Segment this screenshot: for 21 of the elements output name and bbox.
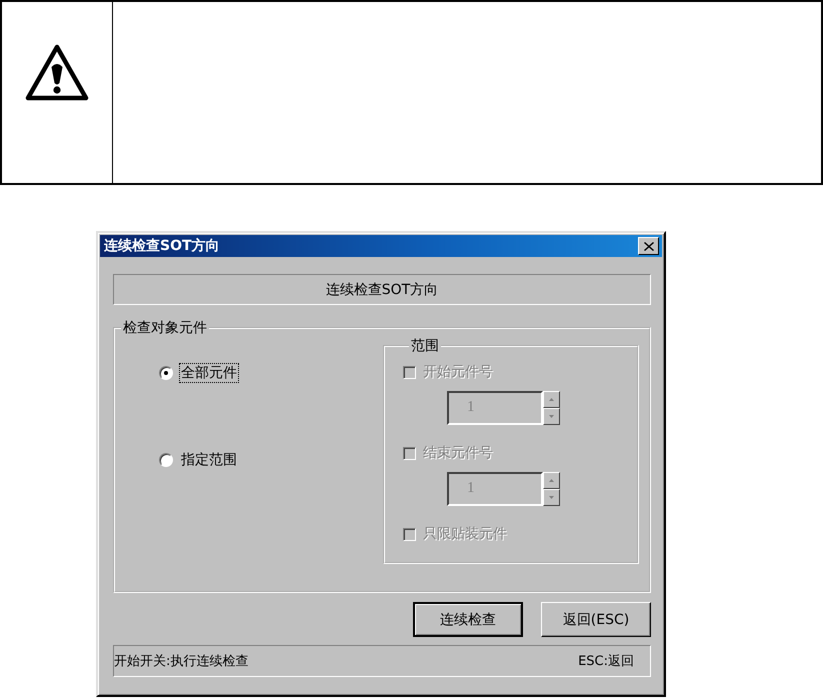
down-arrow-icon (549, 415, 554, 418)
up-arrow-icon (549, 479, 554, 482)
spin-down-button[interactable] (543, 408, 560, 425)
dialog-button[interactable]: 连续检查 (413, 602, 523, 637)
radio-option[interactable]: 指定范围 (159, 450, 383, 470)
radio-option[interactable]: 全部元件 (159, 363, 383, 383)
warning-icon (25, 44, 89, 102)
close-button[interactable] (638, 237, 659, 255)
down-arrow-icon (549, 496, 554, 499)
group-title: 范围 (410, 337, 440, 355)
window-title: 连续检查SOT方向 (104, 237, 220, 255)
up-arrow-icon (549, 398, 554, 401)
spin-up-button[interactable] (543, 391, 560, 408)
spin-up-button[interactable] (543, 472, 560, 489)
dialog-button[interactable]: 返回(ESC) (541, 602, 651, 637)
status-text: ESC:返回 (578, 653, 634, 670)
header-label: 连续检查SOT方向 (113, 274, 651, 305)
group-title: 检查对象元件 (122, 319, 208, 337)
close-icon (644, 242, 654, 250)
spin-down-button[interactable] (543, 489, 560, 506)
status-text: 开始开关:执行连续检查 (114, 653, 248, 670)
